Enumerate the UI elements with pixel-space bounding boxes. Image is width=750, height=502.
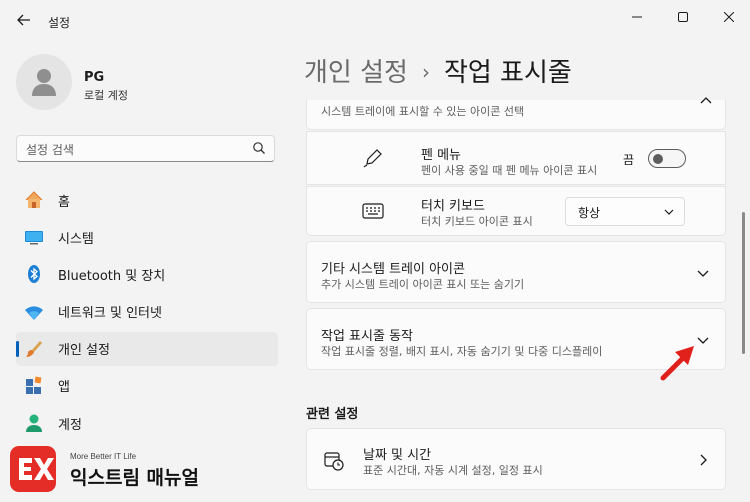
title-bar: 설정 bbox=[0, 0, 750, 40]
minimize-icon bbox=[632, 16, 642, 18]
sidebar-item-label: Bluetooth 및 장치 bbox=[58, 268, 166, 284]
back-arrow-icon bbox=[17, 14, 30, 26]
chevron-down-icon bbox=[697, 337, 709, 344]
tray-icons-header-card[interactable]: 시스템 트레이에 표시할 수 있는 아이콘 선택 bbox=[306, 97, 726, 130]
close-button[interactable] bbox=[706, 6, 750, 28]
toggle-knob bbox=[653, 153, 663, 164]
search-input[interactable]: 설정 검색 bbox=[16, 135, 275, 162]
back-button[interactable] bbox=[10, 8, 38, 32]
profile-name: PG bbox=[84, 70, 105, 85]
touch-keyboard-row: 터치 키보드 터치 키보드 아이콘 표시 항상 bbox=[306, 186, 726, 236]
pen-menu-title: 펜 메뉴 bbox=[421, 148, 462, 163]
sidebar-item-label: 계정 bbox=[58, 417, 82, 433]
account-icon bbox=[24, 413, 44, 433]
sidebar-item-system[interactable]: 시스템 bbox=[16, 220, 278, 254]
related-settings-heading: 관련 설정 bbox=[306, 407, 359, 422]
bluetooth-icon bbox=[24, 264, 44, 284]
sidebar-item-accounts[interactable]: 계정 bbox=[16, 406, 278, 440]
chevron-down-icon bbox=[697, 270, 709, 277]
taskbar-behaviors-subtitle: 작업 표시줄 정렬, 배지 표시, 자동 숨기기 및 다중 디스플레이 bbox=[321, 345, 603, 358]
wifi-icon bbox=[24, 302, 44, 322]
sidebar-item-label: 시스템 bbox=[58, 231, 94, 247]
profile-account-type: 로컬 계정 bbox=[84, 89, 128, 102]
chevron-right-icon bbox=[700, 454, 707, 466]
sidebar-item-personalization[interactable]: 개인 설정 bbox=[16, 331, 278, 366]
maximize-icon bbox=[678, 12, 688, 22]
brand-logo-icon bbox=[10, 446, 56, 492]
scrollbar-thumb[interactable] bbox=[742, 212, 745, 354]
brush-icon bbox=[24, 339, 44, 359]
maximize-button[interactable] bbox=[660, 6, 706, 28]
watermark-tagline: More Better IT Life bbox=[70, 452, 137, 461]
tray-icons-subtitle: 시스템 트레이에 표시할 수 있는 아이콘 선택 bbox=[321, 105, 525, 118]
pen-menu-subtitle: 펜이 사용 중일 때 펜 메뉴 아이콘 표시 bbox=[421, 164, 598, 177]
taskbar-behaviors-title: 작업 표시줄 동작 bbox=[321, 329, 413, 344]
minimize-button[interactable] bbox=[614, 6, 660, 28]
breadcrumb-separator-icon: › bbox=[421, 60, 430, 84]
date-time-card[interactable]: 날짜 및 시간 표준 시간대, 자동 시계 설정, 일정 표시 bbox=[306, 428, 726, 490]
search-placeholder: 설정 검색 bbox=[26, 143, 74, 157]
other-tray-icons-title: 기타 시스템 트레이 아이콘 bbox=[321, 262, 465, 277]
user-silhouette-icon bbox=[32, 69, 56, 96]
date-time-subtitle: 표준 시간대, 자동 시계 설정, 일정 표시 bbox=[363, 464, 543, 477]
other-tray-icons-subtitle: 추가 시스템 트레이 아이콘 표시 또는 숨기기 bbox=[321, 278, 525, 291]
system-icon bbox=[24, 227, 44, 247]
annotation-arrow-icon bbox=[660, 346, 694, 381]
pen-menu-toggle-state: 끔 bbox=[623, 153, 635, 167]
sidebar-item-apps[interactable]: 앱 bbox=[16, 369, 278, 403]
sidebar-item-label: 개인 설정 bbox=[58, 343, 110, 359]
chevron-up-icon bbox=[700, 97, 712, 104]
sidebar-item-label: 네트워크 및 인터넷 bbox=[58, 306, 162, 322]
selection-indicator bbox=[16, 340, 19, 357]
search-icon bbox=[253, 142, 265, 154]
touch-keyboard-dropdown[interactable]: 항상 bbox=[565, 197, 685, 226]
pen-menu-row: 펜 메뉴 펜이 사용 중일 때 펜 메뉴 아이콘 표시 끔 bbox=[306, 131, 726, 185]
pen-menu-toggle[interactable] bbox=[648, 149, 686, 168]
sidebar-item-label: 홈 bbox=[58, 194, 70, 210]
date-time-title: 날짜 및 시간 bbox=[363, 448, 432, 463]
touch-keyboard-value: 항상 bbox=[578, 206, 601, 220]
close-icon bbox=[724, 12, 734, 22]
watermark-logo: More Better IT Life 익스트림 매뉴얼 bbox=[10, 446, 240, 496]
window-title: 설정 bbox=[48, 16, 71, 30]
other-tray-icons-card[interactable]: 기타 시스템 트레이 아이콘 추가 시스템 트레이 아이콘 표시 또는 숨기기 bbox=[306, 241, 726, 303]
apps-icon bbox=[24, 376, 44, 396]
page-title: 개인 설정 › 작업 표시줄 bbox=[304, 52, 572, 89]
breadcrumb-current: 작업 표시줄 bbox=[443, 58, 572, 88]
sidebar-item-home[interactable]: 홈 bbox=[16, 183, 278, 217]
keyboard-icon bbox=[362, 203, 384, 219]
avatar[interactable] bbox=[16, 54, 72, 110]
sidebar-nav: 홈 시스템 Bluetooth 및 장치 네트워크 및 인터넷 개인 설정 앱 bbox=[16, 183, 278, 443]
touch-keyboard-subtitle: 터치 키보드 아이콘 표시 bbox=[421, 215, 533, 228]
sidebar-item-label: 앱 bbox=[58, 380, 70, 396]
breadcrumb-parent[interactable]: 개인 설정 bbox=[304, 58, 408, 88]
sidebar-item-bluetooth[interactable]: Bluetooth 및 장치 bbox=[16, 257, 278, 291]
calendar-clock-icon bbox=[324, 452, 344, 471]
chevron-down-icon bbox=[664, 209, 674, 215]
sidebar-item-network[interactable]: 네트워크 및 인터넷 bbox=[16, 295, 278, 329]
pen-icon bbox=[363, 149, 382, 168]
watermark-brand: 익스트림 매뉴얼 bbox=[70, 467, 199, 489]
touch-keyboard-title: 터치 키보드 bbox=[421, 199, 485, 214]
home-icon bbox=[24, 190, 44, 210]
